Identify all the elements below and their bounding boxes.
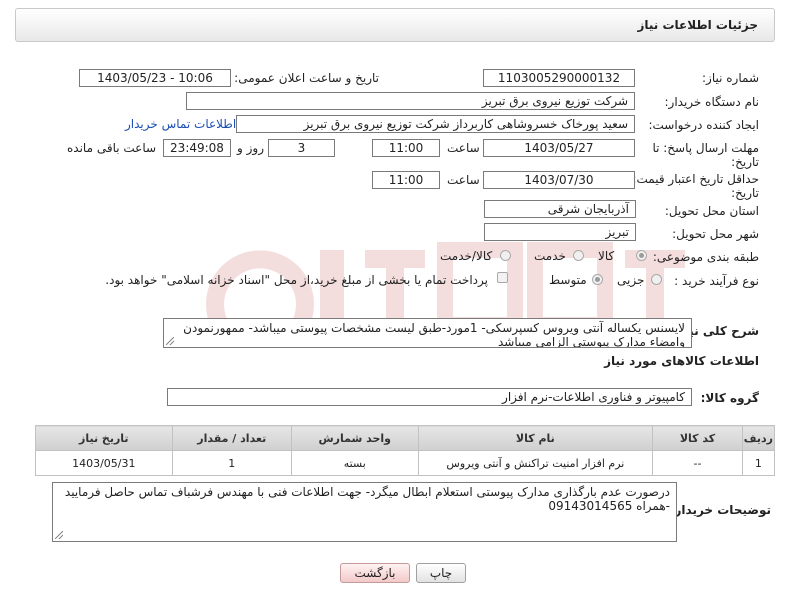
col-header-need-date: تاریخ نیاز	[35, 425, 173, 451]
purchase-option-medium: متوسط	[549, 273, 587, 287]
category-radio-both[interactable]	[500, 250, 511, 261]
price-validity-time-field[interactable]: 11:00	[372, 171, 440, 189]
buyer-org-field[interactable]: شرکت توزیع نیروی برق تبریز	[186, 92, 635, 110]
description-text: لایسنس یکساله آنتی ویروس کسپرسکی- 1مورد-…	[183, 321, 685, 348]
category-radio-service[interactable]	[573, 250, 584, 261]
purchase-radio-medium[interactable]	[592, 274, 603, 285]
reply-time-label: ساعت	[447, 141, 480, 155]
cell-quantity: 1	[171, 450, 293, 476]
delivery-city-field[interactable]: تبریز	[484, 223, 636, 241]
col-header-quantity: تعداد / مقدار	[171, 425, 293, 451]
buyer-notes-textarea[interactable]: درصورت عدم بارگذاری مدارک پیوستی استعلام…	[52, 482, 677, 542]
remaining-label: ساعت باقی مانده	[67, 141, 157, 155]
goods-group-label: گروه کالا:	[700, 391, 759, 405]
table-header-row: ردیف کد کالا نام کالا واحد شمارش تعداد /…	[35, 425, 776, 451]
price-validity-label-2: تاریخ:	[731, 186, 759, 200]
resize-handle[interactable]	[55, 531, 63, 539]
items-table: ردیف کد کالا نام کالا واحد شمارش تعداد /…	[35, 425, 776, 476]
purchase-option-minor: جزیی	[617, 273, 645, 287]
delivery-city-label: شهر محل تحویل:	[672, 227, 759, 241]
price-validity-label: حداقل تاریخ اعتبار قیمت: تا	[621, 172, 759, 186]
col-header-unit: واحد شمارش	[291, 425, 419, 451]
remaining-time-field[interactable]: 23:49:08	[163, 139, 231, 157]
resize-handle[interactable]	[166, 337, 174, 345]
col-header-row-number: ردیف	[741, 425, 776, 451]
reply-date-field[interactable]: 1403/05/27	[483, 139, 635, 157]
cell-item-name: نرم افزار امنیت تراکنش و آنتی ویروس	[417, 450, 654, 476]
requester-label: ایجاد کننده درخواست:	[648, 118, 759, 132]
price-validity-date-field[interactable]: 1403/07/30	[483, 171, 635, 189]
category-option-service: خدمت	[534, 249, 566, 263]
reply-deadline-label-2: تاریخ:	[731, 155, 759, 169]
announce-datetime-label: تاریخ و ساعت اعلان عمومی:	[234, 71, 379, 85]
col-header-item-code: کد کالا	[652, 425, 743, 451]
purchase-radio-minor[interactable]	[651, 274, 662, 285]
purchase-type-label: نوع فرآیند خرید :	[674, 274, 759, 288]
cell-row-number: 1	[741, 450, 776, 476]
category-option-both: کالا/خدمت	[440, 249, 493, 263]
reply-deadline-label: مهلت ارسال پاسخ: تا	[652, 141, 759, 155]
goods-section-title: اطلاعات کالاهای مورد نیاز	[604, 354, 759, 368]
goods-group-field[interactable]: کامپیوتر و فناوری اطلاعات-نرم افزار	[167, 388, 692, 406]
print-button[interactable]: چاپ	[416, 563, 466, 583]
delivery-province-label: استان محل تحویل:	[664, 204, 759, 218]
treasury-checkbox[interactable]	[497, 272, 508, 283]
category-radio-goods[interactable]	[636, 250, 647, 261]
category-option-goods: کالا	[598, 249, 615, 263]
requester-field[interactable]: سعید پورخاک خسروشاهی کاربرداز شرکت توزیع…	[236, 115, 635, 133]
buyer-notes-text: درصورت عدم بارگذاری مدارک پیوستی استعلام…	[64, 485, 670, 513]
description-textarea[interactable]: لایسنس یکساله آنتی ویروس کسپرسکی- 1مورد-…	[163, 318, 692, 348]
need-number-field[interactable]: 1103005290000132	[483, 69, 635, 87]
category-label: طبقه بندی موضوعی:	[652, 250, 759, 264]
buyer-org-label: نام دستگاه خریدار:	[664, 95, 760, 109]
reply-days-field[interactable]: 3	[268, 139, 335, 157]
table-row[interactable]: 1 -- نرم افزار امنیت تراکنش و آنتی ویروس…	[35, 450, 776, 476]
col-header-item-name: نام کالا	[417, 425, 654, 451]
cell-item-code: --	[652, 450, 743, 476]
announce-datetime-field[interactable]: 1403/05/23 - 10:06	[79, 69, 231, 87]
header-panel: جزئیات اطلاعات نیاز	[15, 8, 775, 42]
treasury-note: پرداخت تمام یا بخشی از مبلغ خرید،از محل …	[105, 273, 488, 287]
days-label: روز و	[237, 141, 264, 155]
cell-unit: بسته	[291, 450, 419, 476]
buyer-contact-link[interactable]: اطلاعات تماس خریدار	[125, 117, 236, 131]
reply-time-field[interactable]: 11:00	[372, 139, 440, 157]
back-button[interactable]: بازگشت	[340, 563, 410, 583]
buyer-notes-label: توضیحات خریدار:	[669, 503, 771, 517]
price-validity-time-label: ساعت	[447, 173, 480, 187]
cell-need-date: 1403/05/31	[35, 450, 173, 476]
page-title: جزئیات اطلاعات نیاز	[637, 18, 758, 32]
need-number-label: شماره نیاز:	[702, 71, 759, 85]
delivery-province-field[interactable]: آذربایجان شرقی	[484, 200, 636, 218]
